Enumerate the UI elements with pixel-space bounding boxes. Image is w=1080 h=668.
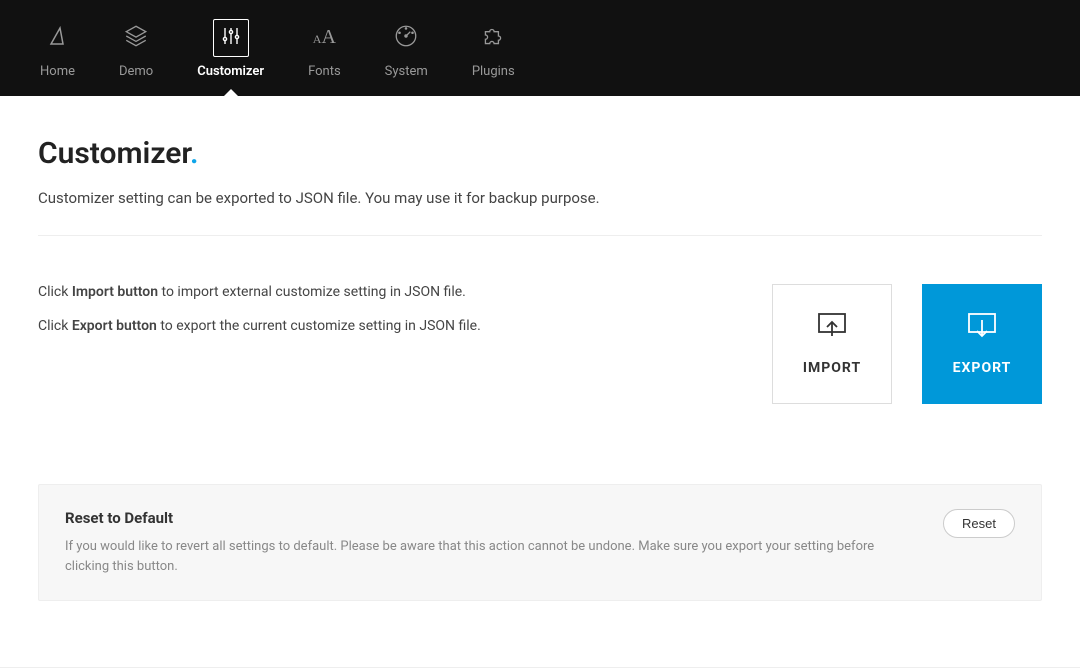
nav-label: Demo: [119, 64, 153, 79]
export-button[interactable]: EXPORT: [922, 284, 1042, 404]
layers-icon: [123, 23, 149, 53]
page-description: Customizer setting can be exported to JS…: [38, 189, 1042, 207]
import-hint: Click Import button to import external c…: [38, 284, 481, 300]
nav-label: Plugins: [472, 64, 515, 79]
page-title: Customizer.: [38, 136, 1042, 171]
sail-icon: [45, 24, 69, 52]
nav-item-system[interactable]: System: [363, 0, 450, 96]
nav-item-fonts[interactable]: AA Fonts: [286, 0, 363, 96]
import-export-buttons: IMPORT EXPORT: [772, 284, 1042, 404]
page-title-text: Customizer: [38, 136, 190, 171]
reset-panel: Reset to Default If you would like to re…: [38, 484, 1042, 601]
nav-item-demo[interactable]: Demo: [97, 0, 175, 96]
reset-description: If you would like to revert all settings…: [65, 537, 885, 576]
download-icon: [967, 312, 997, 360]
nav-label: Fonts: [308, 64, 341, 79]
puzzle-icon: [480, 23, 506, 53]
upload-icon: [817, 312, 847, 360]
nav-label: Customizer: [197, 64, 264, 79]
import-export-section: Click Import button to import external c…: [38, 284, 1042, 404]
import-button[interactable]: IMPORT: [772, 284, 892, 404]
export-label: EXPORT: [953, 360, 1012, 376]
nav-item-plugins[interactable]: Plugins: [450, 0, 537, 96]
nav-item-home[interactable]: Home: [18, 0, 97, 96]
nav-label: Home: [40, 64, 75, 79]
reset-title: Reset to Default: [65, 509, 885, 527]
fonts-icon: AA: [313, 26, 336, 49]
gauge-icon: [393, 23, 419, 53]
top-nav: Home Demo: [0, 0, 1080, 96]
import-label: IMPORT: [803, 360, 861, 376]
nav-label: System: [385, 64, 428, 79]
import-export-text: Click Import button to import external c…: [38, 284, 481, 352]
divider: [38, 235, 1042, 236]
title-dot: .: [190, 136, 199, 171]
export-hint: Click Export button to export the curren…: [38, 318, 481, 334]
sliders-icon: [213, 19, 249, 57]
reset-button[interactable]: Reset: [943, 509, 1015, 538]
page-content: Customizer. Customizer setting can be ex…: [0, 96, 1080, 631]
nav-item-customizer[interactable]: Customizer: [175, 0, 286, 96]
reset-text: Reset to Default If you would like to re…: [65, 509, 885, 576]
